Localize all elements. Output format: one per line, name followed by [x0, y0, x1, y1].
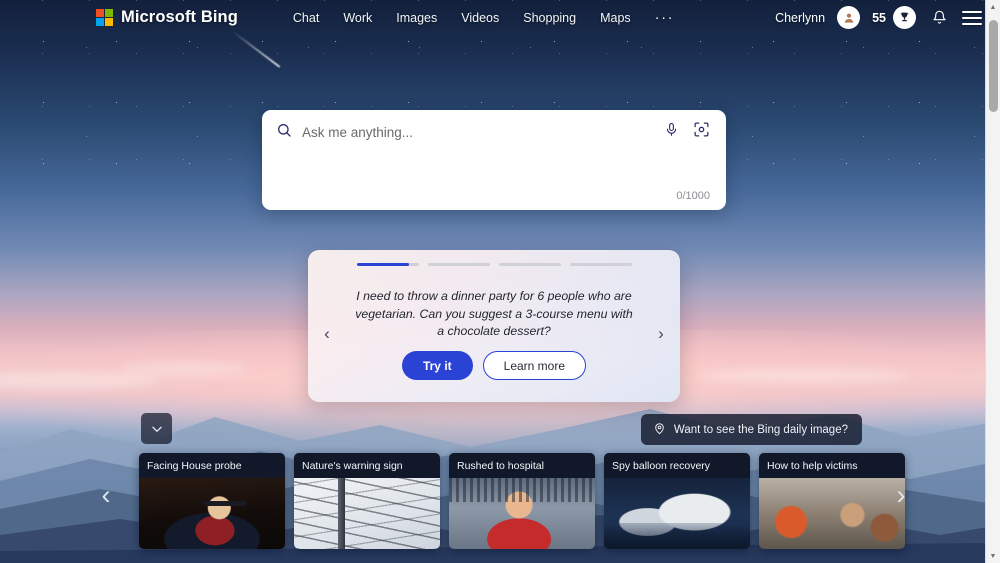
try-it-button[interactable]: Try it	[401, 351, 473, 381]
news-card-list: Facing House probe Nature's warning sign…	[139, 453, 905, 549]
carousel-prev-arrow[interactable]: ‹	[89, 470, 123, 520]
nav-item-chat[interactable]: Chat	[293, 11, 319, 25]
person-icon	[844, 13, 853, 23]
user-name: Cherlynn	[775, 10, 826, 25]
vertical-scrollbar[interactable]: ▲ ▼	[985, 0, 1000, 563]
collapse-feed-button[interactable]	[141, 413, 172, 444]
nav-item-shopping[interactable]: Shopping	[523, 11, 576, 25]
suggestion-next-arrow[interactable]: ›	[648, 324, 674, 344]
hamburger-menu-icon[interactable]	[962, 10, 982, 25]
news-headline: Spy balloon recovery	[604, 453, 750, 478]
brand-name: Microsoft Bing	[121, 8, 238, 26]
suggestion-center: I need to throw a dinner party for 6 peo…	[340, 288, 648, 381]
location-pin-icon	[653, 422, 666, 438]
search-row	[262, 110, 726, 154]
news-carousel: ‹ › Facing House probe Nature's warning …	[0, 448, 1000, 563]
news-headline: Facing House probe	[139, 453, 285, 478]
search-icon	[276, 122, 292, 143]
rewards-count: 55	[872, 10, 886, 25]
learn-more-button[interactable]: Learn more	[482, 351, 587, 381]
search-box: 0/1000	[262, 110, 726, 210]
suggestion-prompt-text: I need to throw a dinner party for 6 peo…	[355, 288, 633, 339]
news-thumbnail	[294, 478, 440, 549]
brand-logo[interactable]: Microsoft Bing	[96, 8, 238, 27]
news-thumbnail	[139, 478, 285, 549]
nav-item-images[interactable]: Images	[396, 11, 437, 25]
suggestion-body: ‹ I need to throw a dinner party for 6 p…	[308, 266, 680, 402]
news-headline: Nature's warning sign	[294, 453, 440, 478]
scrollbar-down-arrow[interactable]: ▼	[986, 549, 1000, 563]
avatar[interactable]	[837, 6, 861, 29]
news-headline: Rushed to hospital	[449, 453, 595, 478]
scrollbar-track[interactable]	[986, 14, 1000, 549]
nav-more-icon[interactable]: ···	[655, 10, 675, 25]
notifications-bell-icon[interactable]	[928, 7, 950, 29]
rewards-button[interactable]: 55	[872, 6, 916, 29]
nav-item-videos[interactable]: Videos	[461, 11, 499, 25]
news-card[interactable]: Facing House probe	[139, 453, 285, 549]
top-header: Microsoft Bing Chat Work Images Videos S…	[0, 0, 1000, 35]
scrollbar-up-arrow[interactable]: ▲	[986, 0, 1000, 14]
search-actions	[664, 121, 710, 143]
suggestion-buttons: Try it Learn more	[401, 351, 587, 381]
nav-item-maps[interactable]: Maps	[600, 11, 631, 25]
character-counter: 0/1000	[676, 190, 710, 202]
trophy-icon	[893, 6, 916, 29]
news-card[interactable]: Spy balloon recovery	[604, 453, 750, 549]
news-thumbnail	[604, 478, 750, 549]
microphone-icon[interactable]	[664, 121, 679, 143]
search-input[interactable]	[302, 124, 664, 140]
news-card[interactable]: Nature's warning sign	[294, 453, 440, 549]
daily-image-label: Want to see the Bing daily image?	[673, 423, 848, 436]
daily-image-button[interactable]: Want to see the Bing daily image?	[640, 414, 862, 445]
main-nav: Chat Work Images Videos Shopping Maps ··…	[293, 10, 675, 25]
microsoft-logo-icon	[96, 9, 113, 26]
suggestion-prev-arrow[interactable]: ‹	[314, 324, 340, 344]
header-right-cluster: Cherlynn 55	[775, 6, 982, 29]
visual-search-icon[interactable]	[693, 121, 710, 143]
bing-homepage: Microsoft Bing Chat Work Images Videos S…	[0, 0, 1000, 563]
news-thumbnail	[449, 478, 595, 549]
nav-item-work[interactable]: Work	[343, 11, 372, 25]
scrollbar-thumb[interactable]	[989, 20, 998, 112]
chevron-down-icon	[151, 426, 162, 432]
news-card[interactable]: Rushed to hospital	[449, 453, 595, 549]
suggestion-card: ‹ I need to throw a dinner party for 6 p…	[308, 250, 680, 402]
carousel-next-arrow[interactable]: ›	[884, 470, 918, 520]
